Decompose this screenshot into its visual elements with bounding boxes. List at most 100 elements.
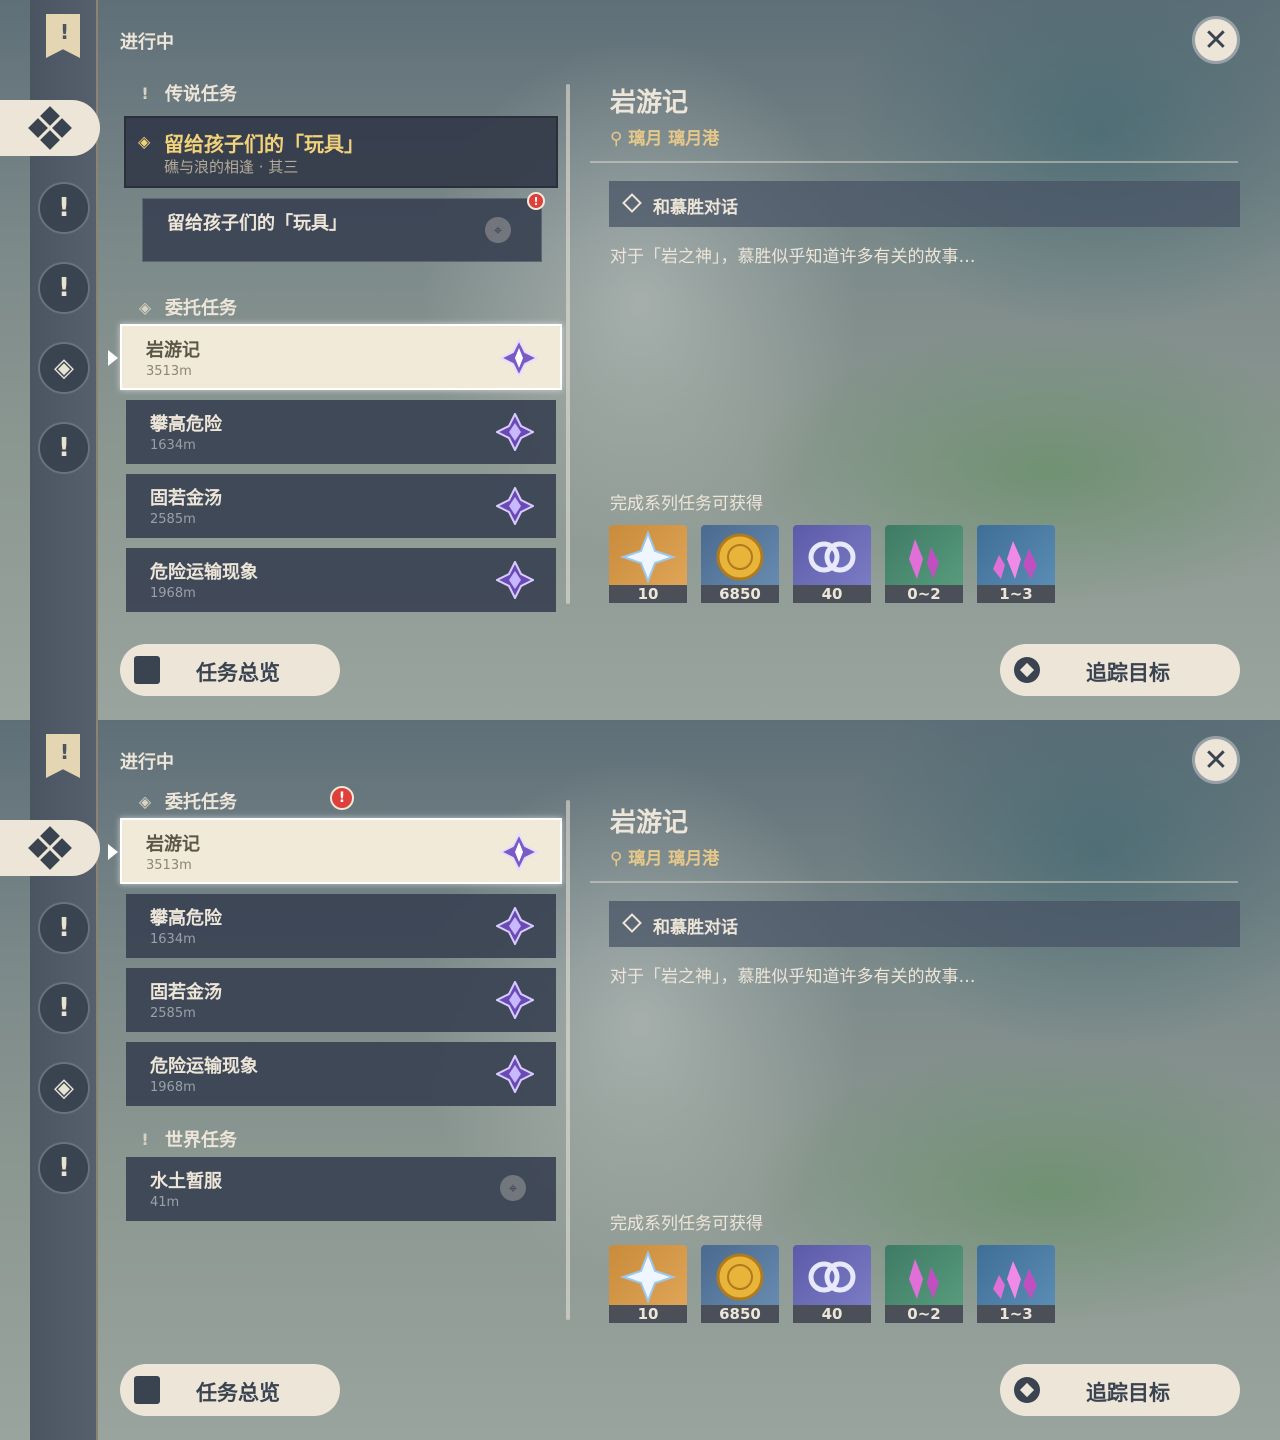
objective-bar: 和慕胜对话 <box>609 181 1240 227</box>
legend-quest-item-name: 留给孩子们的「玩具」 <box>167 213 347 234</box>
objective-diamond-icon <box>622 193 642 213</box>
quest-item[interactable]: 固若金汤 2585m <box>126 474 556 538</box>
commission-gem-icon <box>496 907 534 945</box>
quest-overview-button[interactable]: 任务总览 <box>120 644 340 696</box>
rail-tab-commission[interactable]: ◈ <box>38 1062 90 1114</box>
commission-icon: ◈ <box>138 791 152 811</box>
rail-tab-commission[interactable]: ◈ <box>38 342 90 394</box>
quest-panel-bottom: ! ! ! ◈ ! 进行中 ◈ 委托任务 ! 岩游记 3513m 攀高危险 16… <box>0 720 1280 1440</box>
reward-crystal[interactable]: 0~2 <box>885 525 963 603</box>
diamond-icon: ◈ <box>138 132 151 151</box>
alert-mark-icon: ! <box>141 83 149 103</box>
mora-icon <box>716 533 764 581</box>
reward-mora[interactable]: 6850 <box>701 525 779 603</box>
alert-badge: ! <box>330 786 354 810</box>
commission-gem-icon <box>500 833 538 871</box>
quest-item[interactable]: 固若金汤 2585m <box>126 968 556 1032</box>
close-button[interactable]: ✕ <box>1192 736 1240 784</box>
rail-tab-story[interactable]: ! <box>38 262 90 314</box>
objective-diamond-icon <box>622 913 642 933</box>
rail-tab-all-quests[interactable] <box>0 100 100 156</box>
reward-mora[interactable]: 6850 <box>701 1245 779 1323</box>
track-icon <box>1014 657 1040 683</box>
rail-tab-world[interactable]: ! <box>38 422 90 474</box>
reward-primogem[interactable]: 10 <box>609 1245 687 1323</box>
four-diamond-icon <box>28 826 72 870</box>
commission-icon: ◈ <box>138 297 152 317</box>
rewards-heading: 完成系列任务可获得 <box>610 494 763 514</box>
location-icon: ⚲ <box>610 129 623 149</box>
reward-adventure-exp[interactable]: 40 <box>793 525 871 603</box>
alert-mark-icon: ! <box>141 1129 149 1149</box>
track-target-button[interactable]: 追踪目标 <box>1000 644 1240 696</box>
selected-arrow-icon <box>108 844 118 860</box>
rail-tab-world[interactable]: ! <box>38 1142 90 1194</box>
quest-item[interactable]: 危险运输现象 1968m <box>126 548 556 612</box>
detail-location: ⚲ 璃月 璃月港 <box>610 849 720 869</box>
rail-tab-archon[interactable]: ! <box>38 902 90 954</box>
commission-gem-icon <box>496 981 534 1019</box>
quest-item[interactable]: 攀高危险 1634m <box>126 400 556 464</box>
detail-title: 岩游记 <box>610 808 689 838</box>
quest-panel-top: ! ! ! ◈ ! 进行中 ! 传说任务 ◈ 留给孩子们的「玩具」 礁与浪的相逢… <box>0 0 1280 720</box>
quest-book-icon <box>134 1376 160 1404</box>
quest-overview-button[interactable]: 任务总览 <box>120 1364 340 1416</box>
reward-crystal[interactable]: 0~2 <box>885 1245 963 1323</box>
reward-crystal-cluster[interactable]: 1~3 <box>977 1245 1055 1323</box>
category-world: ! 世界任务 <box>135 1126 237 1152</box>
crystal-cluster-icon <box>993 1261 1037 1299</box>
adventure-exp-icon <box>808 1261 856 1293</box>
objective-bar: 和慕胜对话 <box>609 901 1240 947</box>
commission-gem-icon <box>496 1055 534 1093</box>
track-target-button[interactable]: 追踪目标 <box>1000 1364 1240 1416</box>
commission-gem-icon <box>496 413 534 451</box>
commission-gem-icon <box>496 487 534 525</box>
divider <box>590 881 1238 883</box>
track-icon <box>1014 1377 1040 1403</box>
list-scrollbar[interactable] <box>566 84 570 604</box>
divider <box>590 161 1238 163</box>
world-quest-item[interactable]: 水土暂服 41m ⌖ <box>126 1157 556 1221</box>
primogem-icon <box>619 530 677 584</box>
quest-item[interactable]: 岩游记 3513m <box>120 818 562 884</box>
map-pin-icon[interactable]: ⌖ <box>500 1175 526 1201</box>
legend-quest-item[interactable]: 留给孩子们的「玩具」 ⌖ <box>142 198 542 262</box>
quest-item[interactable]: 岩游记 3513m <box>120 324 562 390</box>
primogem-icon <box>619 1250 677 1304</box>
rail-tab-archon[interactable]: ! <box>38 182 90 234</box>
in-progress-label: 进行中 <box>120 752 174 773</box>
rail-tab-story[interactable]: ! <box>38 982 90 1034</box>
adventure-exp-icon <box>808 541 856 573</box>
quest-book-icon <box>134 656 160 684</box>
reward-crystal-cluster[interactable]: 1~3 <box>977 525 1055 603</box>
mora-icon <box>716 1253 764 1301</box>
alert-badge: ! <box>527 192 545 210</box>
category-legend: ! 传说任务 <box>135 80 237 106</box>
detail-description: 对于「岩之神」，慕胜似乎知道许多有关的故事… <box>610 247 976 267</box>
quest-item[interactable]: 攀高危险 1634m <box>126 894 556 958</box>
crystal-cluster-icon <box>993 541 1037 579</box>
reward-adventure-exp[interactable]: 40 <box>793 1245 871 1323</box>
detail-title: 岩游记 <box>610 88 689 118</box>
category-commission: ◈ 委托任务 <box>135 788 237 814</box>
quest-item[interactable]: 危险运输现象 1968m <box>126 1042 556 1106</box>
list-scrollbar[interactable] <box>566 800 570 1320</box>
rail-tab-all-quests[interactable] <box>0 820 100 876</box>
commission-gem-icon <box>500 339 538 377</box>
selected-arrow-icon <box>108 350 118 366</box>
crystal-icon <box>909 1259 939 1299</box>
commission-gem-icon <box>496 561 534 599</box>
map-pin-icon[interactable]: ⌖ <box>485 217 511 243</box>
rewards-heading: 完成系列任务可获得 <box>610 1214 763 1234</box>
crystal-icon <box>909 539 939 579</box>
category-commission: ◈ 委托任务 <box>135 294 237 320</box>
reward-primogem[interactable]: 10 <box>609 525 687 603</box>
legend-quest-title: 留给孩子们的「玩具」 <box>164 132 364 156</box>
legend-quest-subtitle: 礁与浪的相逢 · 其三 <box>164 158 299 176</box>
close-button[interactable]: ✕ <box>1192 16 1240 64</box>
detail-description: 对于「岩之神」，慕胜似乎知道许多有关的故事… <box>610 967 976 987</box>
in-progress-label: 进行中 <box>120 32 174 53</box>
detail-location: ⚲ 璃月 璃月港 <box>610 129 720 149</box>
legend-quest-header[interactable]: ◈ 留给孩子们的「玩具」 礁与浪的相逢 · 其三 <box>124 116 558 188</box>
four-diamond-icon <box>28 106 72 150</box>
